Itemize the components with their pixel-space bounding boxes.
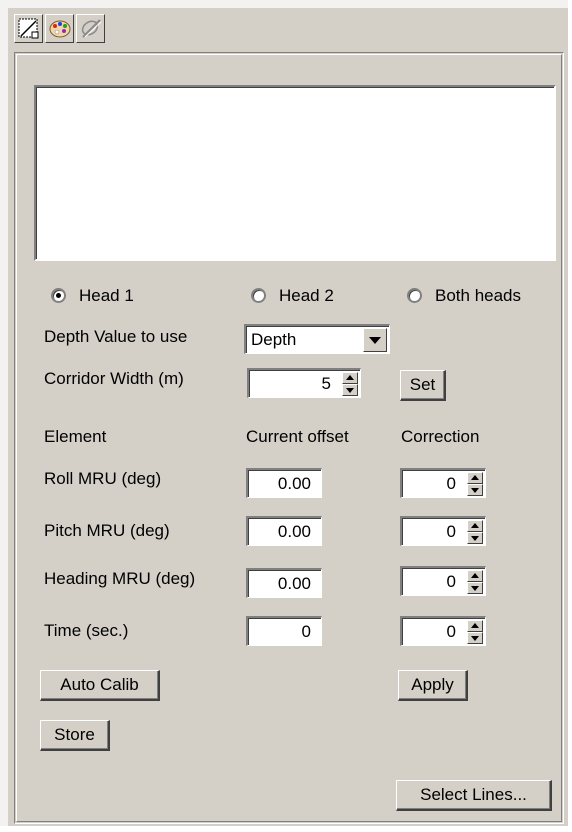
apply-button[interactable]: Apply <box>398 670 468 701</box>
spin-up-icon[interactable] <box>467 620 483 632</box>
head1-radio[interactable] <box>51 288 66 303</box>
select-lines-button[interactable]: Select Lines... <box>396 780 552 811</box>
spin-down-icon[interactable] <box>467 632 483 644</box>
time-label: Time (sec.) <box>44 621 129 640</box>
roll-mru-correction-stepper[interactable]: 0 <box>400 468 486 498</box>
set-button[interactable]: Set <box>400 370 446 401</box>
window-top-edge <box>0 0 572 8</box>
time-offset-field[interactable]: 0 <box>246 616 322 646</box>
window-left-edge <box>0 0 8 832</box>
display-area[interactable] <box>34 85 556 261</box>
pitch-mru-spin[interactable] <box>467 520 483 544</box>
disabled-tool-button[interactable] <box>76 14 105 43</box>
depth-value-selected: Depth <box>251 330 297 349</box>
auto-calib-button[interactable]: Auto Calib <box>40 670 160 701</box>
time-spin[interactable] <box>467 620 483 644</box>
corridor-width-spin[interactable] <box>342 372 358 396</box>
edit-area-icon <box>18 18 39 39</box>
corridor-width-stepper[interactable]: 5 <box>247 368 361 398</box>
head2-radio[interactable] <box>251 288 266 303</box>
depth-value-select[interactable]: Depth <box>244 324 390 354</box>
roll-mru-correction-value: 0 <box>446 474 456 493</box>
depth-value-label: Depth Value to use <box>44 327 188 346</box>
heading-mru-spin[interactable] <box>467 570 483 594</box>
window-right-edge <box>568 0 572 832</box>
spin-up-icon[interactable] <box>342 372 358 384</box>
spin-up-icon[interactable] <box>467 520 483 532</box>
palette-icon <box>49 20 71 38</box>
column-header-current-offset: Current offset <box>246 427 349 446</box>
corridor-width-value: 5 <box>321 374 331 393</box>
head2-label[interactable]: Head 2 <box>279 285 334 307</box>
both-heads-radio[interactable] <box>407 288 422 303</box>
pitch-mru-offset-field[interactable]: 0.00 <box>246 516 322 546</box>
pitch-mru-label: Pitch MRU (deg) <box>44 521 170 540</box>
spin-up-icon[interactable] <box>467 570 483 582</box>
spin-down-icon[interactable] <box>467 582 483 594</box>
both-heads-label[interactable]: Both heads <box>435 285 521 307</box>
corridor-width-label: Corridor Width (m) <box>44 369 184 388</box>
spin-down-icon[interactable] <box>467 532 483 544</box>
edit-area-button[interactable] <box>14 14 43 43</box>
calibration-window: Head 1 Head 2 Both heads Depth Value to … <box>0 0 572 832</box>
head1-label[interactable]: Head 1 <box>79 285 134 307</box>
time-correction-value: 0 <box>446 622 456 641</box>
heading-mru-correction-stepper[interactable]: 0 <box>400 566 486 596</box>
spin-down-icon[interactable] <box>467 484 483 496</box>
pitch-mru-correction-stepper[interactable]: 0 <box>400 516 486 546</box>
time-correction-stepper[interactable]: 0 <box>400 616 486 646</box>
column-header-element: Element <box>44 427 107 446</box>
head1-radio-dot <box>56 293 61 298</box>
roll-mru-spin[interactable] <box>467 472 483 496</box>
store-button[interactable]: Store <box>40 720 110 751</box>
roll-mru-offset-field[interactable]: 0.00 <box>246 468 322 498</box>
chevron-down-icon[interactable] <box>363 328 387 352</box>
roll-mru-label: Roll MRU (deg) <box>44 469 162 488</box>
palette-button[interactable] <box>45 14 74 43</box>
disabled-tool-icon <box>81 19 102 38</box>
spin-up-icon[interactable] <box>467 472 483 484</box>
pitch-mru-correction-value: 0 <box>446 522 456 541</box>
heading-mru-offset-field[interactable]: 0.00 <box>246 568 322 598</box>
heading-mru-label: Heading MRU (deg) <box>44 569 196 588</box>
spin-down-icon[interactable] <box>342 384 358 396</box>
window-bottom-edge <box>0 826 572 832</box>
heading-mru-correction-value: 0 <box>446 572 456 591</box>
column-header-correction: Correction <box>401 427 480 446</box>
